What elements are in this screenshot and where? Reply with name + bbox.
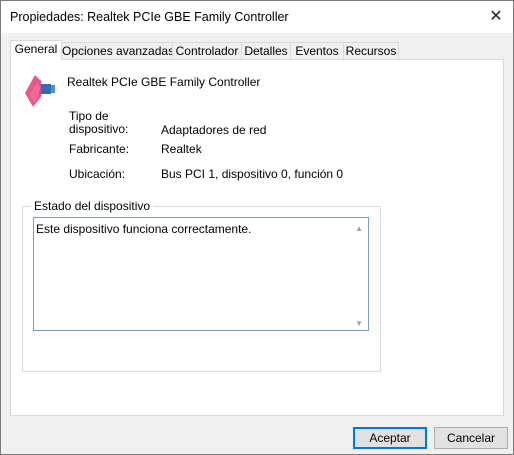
location-label: Ubicación: — [69, 167, 126, 181]
tab-eventos[interactable]: Eventos — [290, 42, 344, 59]
tab-detalles[interactable]: Detalles — [241, 42, 291, 59]
window-title: Propiedades: Realtek PCIe GBE Family Con… — [10, 10, 289, 24]
title-bar: Propiedades: Realtek PCIe GBE Family Con… — [1, 1, 513, 33]
scroll-down-icon[interactable]: ▼ — [355, 319, 363, 328]
location-value: Bus PCI 1, dispositivo 0, función 0 — [161, 167, 344, 181]
accept-button[interactable]: Aceptar — [353, 427, 427, 449]
cancel-button[interactable]: Cancelar — [434, 427, 508, 449]
device-status-text: Este dispositivo funciona correctamente. — [36, 222, 252, 236]
manufacturer-value: Realtek — [161, 142, 202, 156]
device-type-label: Tipo de dispositivo: — [69, 109, 129, 136]
close-button[interactable]: ✕ — [479, 1, 513, 31]
close-icon: ✕ — [489, 8, 503, 25]
device-type-value: Adaptadores de red — [161, 123, 267, 137]
device-name: Realtek PCIe GBE Family Controller — [67, 75, 261, 89]
tab-opciones-avanzadas[interactable]: Opciones avanzadas — [61, 42, 174, 59]
device-status-textbox[interactable]: Este dispositivo funciona correctamente.… — [33, 217, 369, 331]
tab-general[interactable]: General — [10, 40, 62, 60]
tab-controlador[interactable]: Controlador — [172, 42, 242, 59]
manufacturer-label: Fabricante: — [69, 142, 130, 156]
device-status-group-label: Estado del dispositivo — [31, 199, 154, 213]
tab-recursos[interactable]: Recursos — [343, 42, 399, 59]
scroll-up-icon[interactable]: ▲ — [355, 224, 363, 233]
properties-window: Propiedades: Realtek PCIe GBE Family Con… — [0, 0, 514, 455]
network-adapter-icon — [25, 75, 55, 107]
